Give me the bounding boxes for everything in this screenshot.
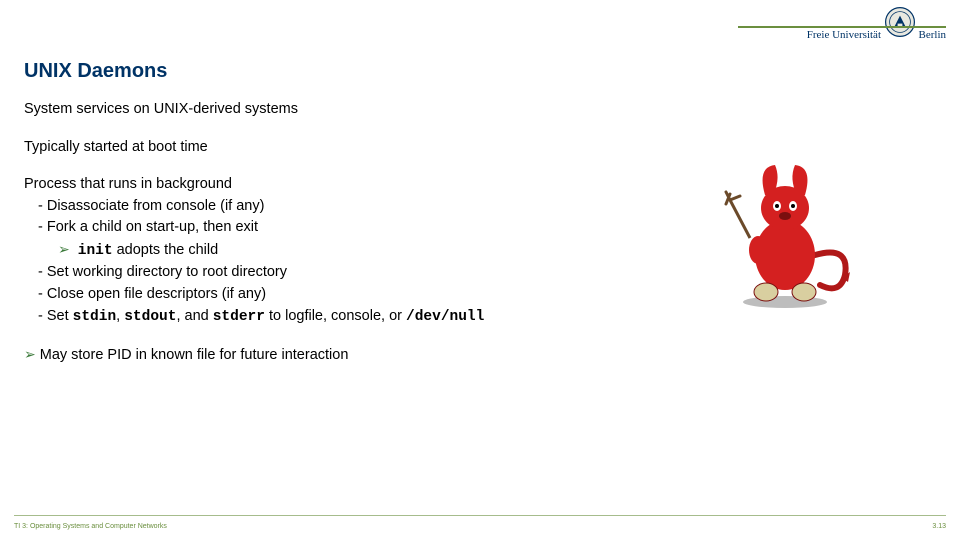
slide: Freie Universität Berlin UNIX Daemons Sy… (0, 0, 960, 540)
code: stdin (73, 309, 117, 325)
university-name-post: Berlin (919, 29, 947, 41)
slide-title: UNIX Daemons (24, 60, 167, 83)
header-logo-block: Freie Universität Berlin (807, 6, 946, 41)
footer: TI 3: Operating Systems and Computer Net… (14, 523, 946, 530)
code: init (78, 243, 113, 259)
paragraph: Typically started at boot time (24, 138, 936, 158)
bsd-daemon-mascot-icon (720, 160, 850, 310)
text: to logfile, console, or (265, 308, 406, 324)
bullet-arrow: May store PID in known file for future i… (24, 345, 936, 366)
text: Set (47, 308, 73, 324)
paragraph: System services on UNIX-derived systems (24, 100, 936, 120)
footer-right: 3.13 (932, 523, 946, 530)
university-name-pre: Freie Universität (807, 29, 881, 41)
footer-left: TI 3: Operating Systems and Computer Net… (14, 523, 167, 530)
text: , and (176, 308, 212, 324)
code: stderr (213, 309, 265, 325)
university-name: Freie Universität Berlin (807, 6, 946, 41)
header-underline (738, 26, 946, 28)
code: stdout (124, 309, 176, 325)
text: adopts the child (113, 242, 219, 258)
code: /dev/null (406, 309, 484, 325)
footer-divider (14, 515, 946, 516)
seal-icon (884, 6, 916, 38)
